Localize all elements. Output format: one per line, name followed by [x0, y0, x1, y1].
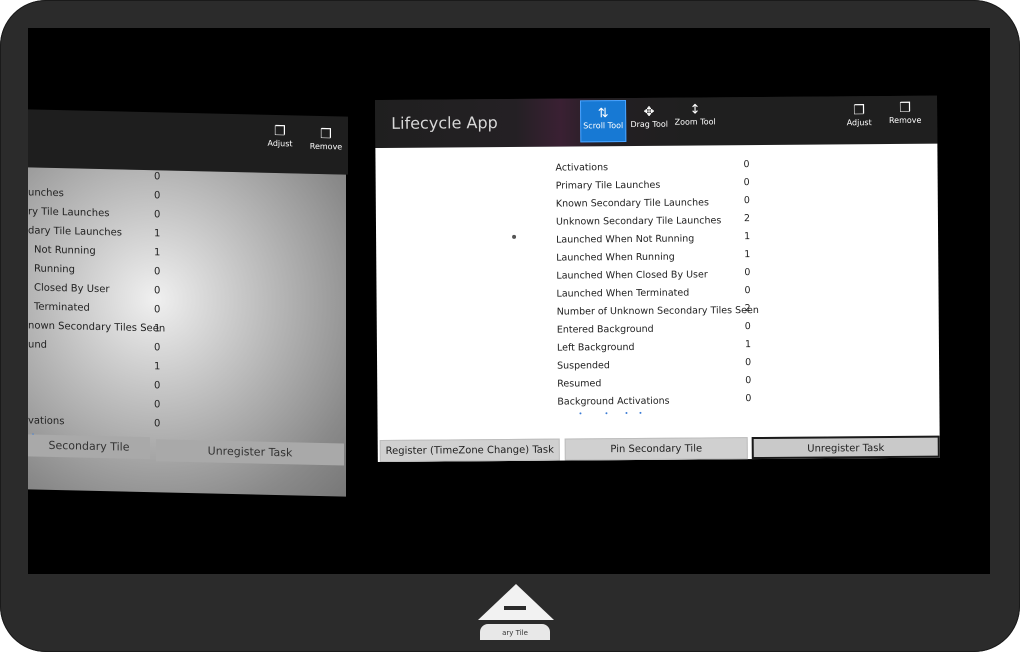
device-stand: ary Tile: [470, 584, 560, 644]
stat-label: Launched When Terminated: [556, 287, 690, 300]
remove-button[interactable]: ❒ Remove: [883, 100, 927, 125]
stat-value: 0: [745, 393, 752, 405]
stat-label: Left Background: [556, 341, 635, 354]
stat-value: 0: [154, 171, 161, 183]
app-title: Lifecycle App: [391, 113, 498, 133]
stat-value: 0: [154, 266, 161, 278]
unregister-task-button[interactable]: Unregister Task: [156, 439, 344, 466]
remove-label: Remove: [888, 115, 922, 125]
remove-label: Remove: [309, 141, 343, 152]
stat-value: 0: [745, 375, 752, 387]
stat-label: Not Running: [34, 244, 96, 257]
stat-label: unches: [28, 187, 64, 200]
pin-secondary-tile-button[interactable]: Pin Secondary Tile: [564, 437, 748, 461]
stat-label: Known Secondary Tile Launches: [555, 197, 709, 210]
window-header: ❐ Adjust ❒ Remove: [28, 109, 348, 175]
cube-icon: ❐: [274, 123, 286, 140]
stat-value: 0: [743, 195, 750, 207]
register-task-button[interactable]: Register (TimeZone Change) Task: [379, 438, 560, 462]
stat-label: Unknown Secondary Tile Launches: [555, 215, 722, 228]
scroll-tool-button[interactable]: ⇅ Scroll Tool: [580, 100, 627, 143]
remove-cube-icon: ❒: [899, 100, 911, 116]
stat-label: nown Secondary Tiles Seen: [28, 320, 166, 335]
stat-value: 2: [743, 213, 751, 225]
adjust-label: Adjust: [267, 138, 293, 149]
pin-secondary-tile-button[interactable]: Secondary Tile: [28, 434, 150, 460]
adjust-label: Adjust: [846, 118, 872, 128]
unregister-task-button[interactable]: Unregister Task: [751, 435, 940, 460]
drag-tool-label: Drag Tool: [630, 119, 668, 129]
cube-icon: ❐: [853, 103, 865, 119]
stat-label: und: [28, 339, 48, 351]
adjust-button[interactable]: ❐ Adjust: [837, 103, 881, 128]
adjust-button[interactable]: ❐ Adjust: [258, 123, 302, 149]
stat-label: Launched When Not Running: [556, 233, 695, 246]
stat-label: Closed By User: [34, 282, 110, 296]
stat-label: Terminated: [34, 301, 90, 314]
loading-dot: [605, 412, 608, 415]
stat-value: 0: [154, 285, 161, 297]
stat-value: 1: [744, 231, 751, 243]
background-app-window[interactable]: ❐ Adjust ❒ Remove 0 unches 0 ry Tile Lau…: [28, 109, 348, 497]
stat-value: 0: [744, 267, 751, 279]
stat-label: dary Tile Launches: [28, 225, 122, 239]
zoom-tool-button[interactable]: ↕ Zoom Tool: [673, 102, 717, 127]
stat-label: Suspended: [557, 360, 610, 372]
move-arrows-icon: ✥: [643, 104, 655, 120]
stat-label: Resumed: [557, 378, 602, 390]
stat-value: 1: [744, 339, 752, 351]
stat-value: 0: [154, 418, 161, 430]
screen: ❐ Adjust ❒ Remove 0 unches 0 ry Tile Lau…: [28, 28, 990, 574]
taskbar-tab[interactable]: ary Tile: [480, 624, 550, 640]
stat-value: 1: [744, 249, 751, 261]
stat-label: Primary Tile Launches: [555, 179, 661, 192]
scroll-tool-label: Scroll Tool: [583, 121, 624, 131]
stat-label: Launched When Running: [556, 251, 675, 264]
stand-shape: [478, 584, 554, 620]
stat-value: 0: [154, 399, 161, 411]
stat-label: Activations: [555, 162, 609, 174]
stat-label: Number of Unknown Secondary Tiles Seen: [556, 304, 759, 318]
stat-label: Entered Background: [556, 323, 654, 336]
stat-label: ry Tile Launches: [28, 206, 110, 220]
stat-label: Running: [34, 263, 75, 276]
stat-value: 1: [154, 247, 161, 259]
stat-value: 0: [743, 177, 750, 189]
loading-dot: [639, 411, 642, 414]
stat-value: 0: [745, 357, 752, 369]
remove-button[interactable]: ❒ Remove: [304, 126, 348, 152]
loading-dot: [625, 412, 628, 415]
stat-value: 0: [154, 190, 161, 202]
stat-value: 0: [743, 159, 750, 171]
stats-panel: Activations 0 Primary Tile Launches 0 Kn…: [375, 143, 940, 462]
stat-value: 0: [154, 380, 161, 392]
stat-value: 1: [154, 228, 161, 240]
stat-value: 0: [154, 342, 161, 354]
stat-value: 0: [154, 209, 161, 221]
cursor-dot: [512, 234, 517, 239]
stat-value: 1: [154, 323, 161, 335]
stat-label: Launched When Closed By User: [556, 269, 708, 282]
stat-label: vations: [28, 415, 65, 428]
stat-value: 0: [154, 304, 161, 316]
stat-label: Background Activations: [557, 395, 670, 408]
scroll-arrows-icon: ⇅: [597, 106, 609, 122]
stat-value: 0: [744, 321, 751, 333]
loading-dot: [579, 412, 582, 415]
drag-tool-button[interactable]: ✥ Drag Tool: [627, 104, 671, 129]
zoom-tool-label: Zoom Tool: [674, 117, 716, 127]
stand-divider: [504, 606, 526, 610]
stat-value: 1: [154, 361, 161, 373]
stat-value: 0: [744, 285, 751, 297]
lifecycle-app-window[interactable]: Lifecycle App ⇅ Scroll Tool ✥ Drag Tool …: [375, 95, 940, 462]
window-header: Lifecycle App ⇅ Scroll Tool ✥ Drag Tool …: [375, 95, 938, 148]
zoom-arrows-icon: ↕: [689, 102, 701, 118]
stat-value: 2: [744, 303, 751, 315]
remove-cube-icon: ❒: [320, 126, 332, 143]
